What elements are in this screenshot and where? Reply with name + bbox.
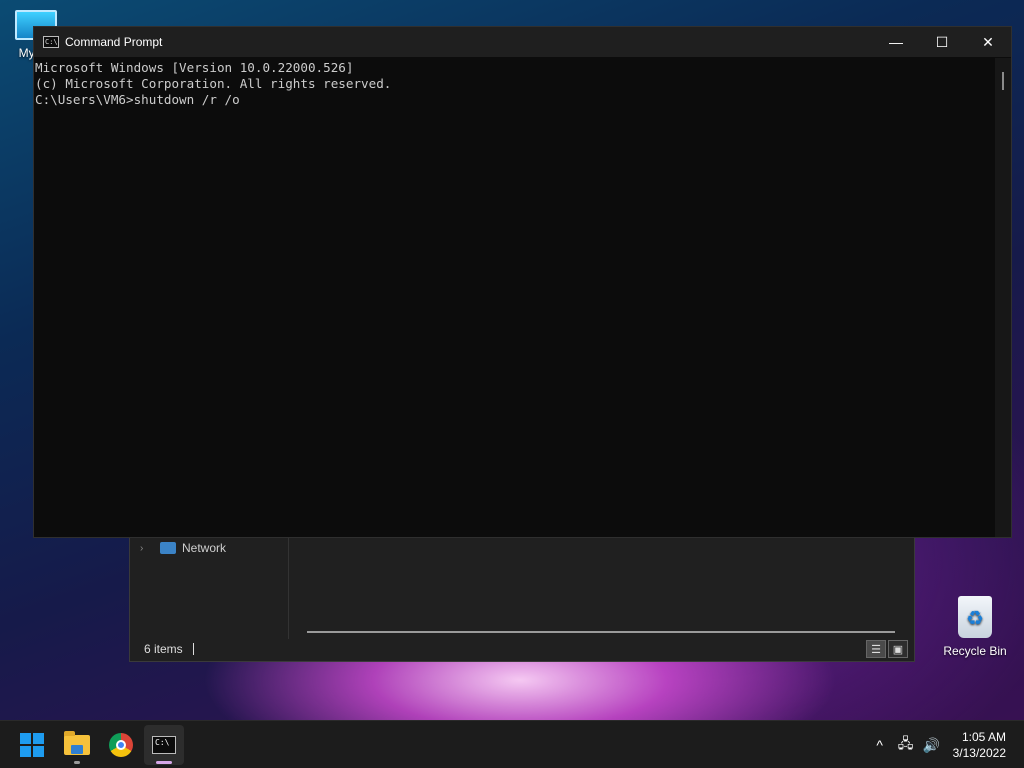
- system-tray: ^ 🖧 🔊 1:05 AM 3/13/2022: [867, 721, 1024, 768]
- status-bar: 6 items: [130, 637, 914, 661]
- terminal-icon: C:\: [43, 36, 59, 48]
- scrollbar-thumb[interactable]: [1002, 72, 1004, 90]
- clock-time: 1:05 AM: [961, 730, 1006, 744]
- horizontal-scrollbar[interactable]: [307, 631, 895, 633]
- chevron-up-icon[interactable]: ^: [867, 737, 893, 753]
- view-toggle: ☰ ▣: [866, 640, 908, 658]
- chrome-icon: [109, 733, 133, 757]
- window-title: Command Prompt: [65, 35, 163, 49]
- nav-item-network[interactable]: › Network: [140, 541, 226, 555]
- recycle-bin-icon: ♻: [958, 596, 992, 638]
- desktop-icon-label: Recycle Bin: [943, 644, 1007, 658]
- running-indicator: [74, 761, 80, 764]
- nav-item-label: Network: [182, 541, 227, 555]
- console-line: (c) Microsoft Corporation. All rights re…: [35, 76, 392, 91]
- minimize-button[interactable]: —: [873, 27, 919, 57]
- start-button[interactable]: [12, 725, 52, 765]
- taskbar: C:\ ^ 🖧 🔊 1:05 AM 3/13/2022: [0, 720, 1024, 768]
- title-bar[interactable]: C:\ Command Prompt — ☐ ✕: [34, 27, 1011, 57]
- close-button[interactable]: ✕: [965, 27, 1011, 57]
- windows-logo-icon: [20, 733, 44, 757]
- item-count: 6 items: [144, 642, 183, 656]
- large-icons-view-button[interactable]: ▣: [888, 640, 908, 658]
- desktop-icon-recycle-bin[interactable]: ♻ Recycle Bin: [939, 596, 1011, 658]
- clock[interactable]: 1:05 AM 3/13/2022: [953, 729, 1006, 761]
- taskbar-file-explorer[interactable]: [57, 725, 97, 765]
- console-line: Microsoft Windows [Version 10.0.22000.52…: [35, 60, 354, 75]
- chevron-right-icon[interactable]: ›: [140, 543, 154, 554]
- maximize-button[interactable]: ☐: [919, 27, 965, 57]
- terminal-icon: C:\: [152, 736, 176, 754]
- file-explorer-window: › Network 6 items ☰ ▣: [129, 530, 915, 662]
- status-separator: [192, 643, 194, 655]
- navigation-pane: › Network: [130, 531, 289, 639]
- volume-icon[interactable]: 🔊: [919, 737, 945, 754]
- active-indicator: [156, 761, 172, 764]
- vertical-scrollbar[interactable]: [995, 58, 1011, 537]
- console-line: C:\Users\VM6>shutdown /r /o: [35, 92, 240, 107]
- console-output[interactable]: Microsoft Windows [Version 10.0.22000.52…: [34, 58, 995, 537]
- taskbar-command-prompt[interactable]: C:\: [144, 725, 184, 765]
- network-icon: [160, 542, 176, 554]
- clock-date: 3/13/2022: [952, 746, 1006, 760]
- network-icon[interactable]: 🖧: [893, 733, 919, 757]
- command-prompt-window[interactable]: C:\ Command Prompt — ☐ ✕ Microsoft Windo…: [33, 26, 1012, 538]
- taskbar-chrome[interactable]: [101, 725, 141, 765]
- folder-icon: [64, 731, 90, 755]
- details-view-button[interactable]: ☰: [866, 640, 886, 658]
